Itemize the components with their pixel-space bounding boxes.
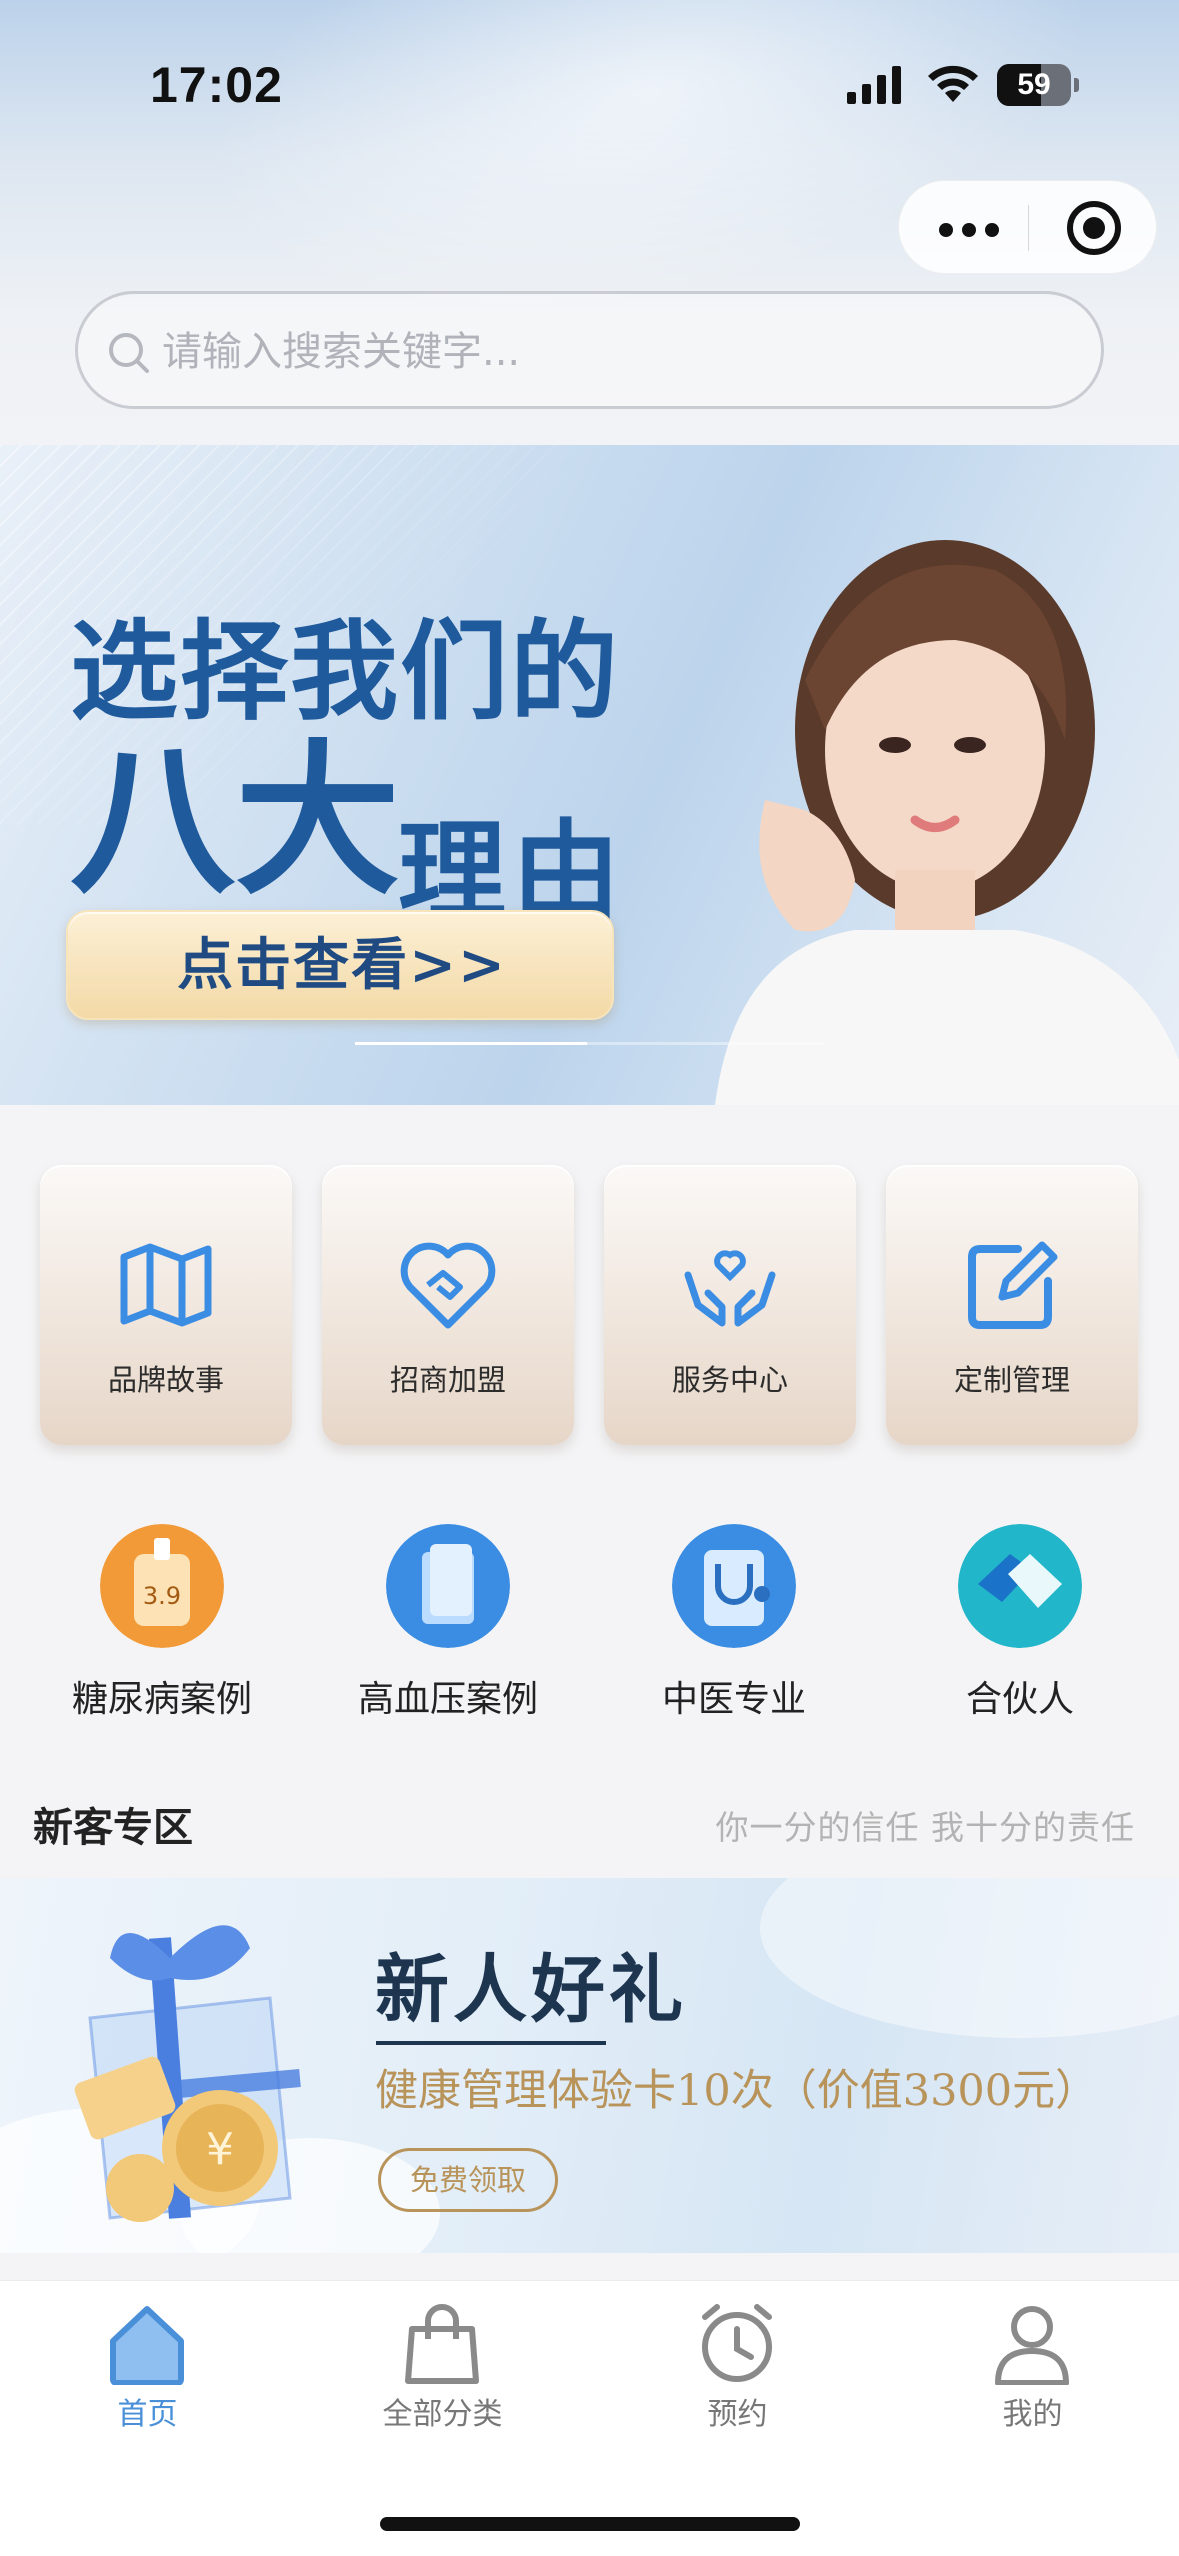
map-icon	[120, 1243, 212, 1327]
card-label: 定制管理	[953, 1363, 1070, 1397]
banner-title-line1: 选择我们的	[70, 609, 621, 735]
tab-label: 我的	[1002, 2397, 1063, 2432]
tab-label: 预约	[707, 2397, 768, 2432]
handshake-heart-icon	[400, 1242, 496, 1329]
search-placeholder: 请输入搜索关键字...	[162, 329, 521, 375]
claim-free-label: 免费领取	[409, 2163, 526, 2197]
category-tcm[interactable]: 中医专业	[589, 1520, 879, 1720]
round-item-label: 高血压案例	[357, 1679, 538, 1720]
more-menu-icon[interactable]	[939, 203, 1009, 253]
card-service-center[interactable]: 服务中心	[604, 1165, 856, 1445]
gift-box-icon: ¥	[74, 1925, 301, 2222]
shopping-bag-icon	[405, 2304, 479, 2384]
header-background: 17:02 59 请输入搜索关键字...	[0, 0, 1179, 445]
banner-title-big: 八大	[70, 723, 400, 917]
new-customer-section-title: 新客专区	[33, 1805, 193, 1851]
new-customer-promo-banner[interactable]: ¥ 新人好礼 健康管理体验卡10次（价值3300元） 免费领取	[0, 1878, 1179, 2253]
tab-label: 全部分类	[382, 2397, 503, 2432]
promo-title: 新人好礼	[375, 1947, 687, 2033]
tab-home[interactable]: 首页	[0, 2281, 295, 2461]
case-category-row: 3.9 糖尿病案例 高血压案例 中医专业 合伙人	[0, 1520, 1179, 1720]
banner-cta-label: 点击查看>>	[177, 932, 507, 998]
status-bar: 17:02 59	[0, 0, 1179, 150]
home-indicator[interactable]	[380, 2517, 800, 2531]
promo-title-underline	[376, 2041, 606, 2045]
category-partner[interactable]: 合伙人	[875, 1520, 1165, 1720]
feature-card-grid: 品牌故事 招商加盟 服务中心 定制管理	[0, 1165, 1179, 1455]
section-slogan: 你一分的信任 我十分的责任	[715, 1808, 1135, 1847]
cellular-signal-icon	[847, 66, 901, 104]
card-custom-management[interactable]: 定制管理	[886, 1165, 1138, 1445]
miniprogram-capsule	[898, 180, 1157, 274]
tab-all-categories[interactable]: 全部分类	[295, 2281, 590, 2461]
bottom-tab-bar: 首页 全部分类 预约 我的	[0, 2280, 1179, 2556]
wifi-icon	[928, 65, 978, 102]
round-item-label: 合伙人	[965, 1679, 1074, 1720]
stethoscope-icon	[672, 1524, 796, 1648]
folder-icon	[386, 1524, 510, 1648]
banner-indicator-active	[355, 1042, 587, 1045]
search-input[interactable]: 请输入搜索关键字...	[75, 291, 1104, 409]
category-hypertension[interactable]: 高血压案例	[303, 1520, 593, 1720]
home-icon	[110, 2306, 184, 2385]
close-miniprogram-icon[interactable]	[1067, 201, 1121, 255]
tab-mine[interactable]: 我的	[885, 2281, 1179, 2461]
tab-label: 首页	[117, 2397, 178, 2432]
tab-appointment[interactable]: 预约	[590, 2281, 885, 2461]
card-brand-story[interactable]: 品牌故事	[40, 1165, 292, 1445]
banner-carousel-indicator	[355, 1042, 825, 1045]
card-label: 招商加盟	[389, 1363, 506, 1397]
card-label: 品牌故事	[107, 1363, 224, 1397]
round-item-label: 糖尿病案例	[71, 1679, 252, 1720]
status-time: 17:02	[150, 57, 283, 113]
search-icon	[109, 333, 149, 373]
alarm-clock-icon	[702, 2304, 772, 2382]
glucose-meter-icon: 3.9	[100, 1524, 224, 1648]
hero-banner[interactable]: 选择我们的 八大 理由 点击查看>>	[0, 445, 1179, 1105]
card-franchise[interactable]: 招商加盟	[322, 1165, 574, 1445]
handshake-icon	[958, 1524, 1082, 1648]
banner-model-image	[715, 540, 1179, 1105]
user-icon	[995, 2306, 1069, 2385]
svg-text:3.9: 3.9	[143, 1582, 181, 1610]
hands-heart-icon	[684, 1250, 776, 1327]
round-item-label: 中医专业	[661, 1679, 806, 1720]
battery-icon: 59	[997, 64, 1079, 106]
banner-cta-button[interactable]: 点击查看>>	[66, 910, 614, 1020]
svg-text:¥: ¥	[206, 2124, 234, 2175]
capsule-divider	[1028, 205, 1029, 251]
edit-icon	[968, 1241, 1058, 1329]
card-label: 服务中心	[671, 1363, 788, 1397]
cloud-decoration	[760, 1878, 1179, 2038]
promo-description: 健康管理体验卡10次（价值3300元）	[375, 2066, 1099, 2116]
battery-level: 59	[1017, 68, 1051, 101]
claim-free-button[interactable]: 免费领取	[378, 2148, 558, 2212]
category-diabetes[interactable]: 3.9 糖尿病案例	[17, 1520, 307, 1720]
